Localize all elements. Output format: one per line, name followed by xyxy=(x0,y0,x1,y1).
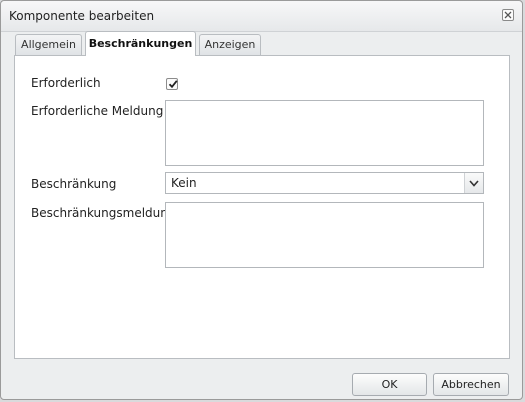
required-checkbox[interactable] xyxy=(166,78,178,90)
constraint-select-value: Kein xyxy=(171,176,197,190)
close-icon xyxy=(504,11,512,19)
constraint-select[interactable]: Kein xyxy=(165,172,484,194)
constraint-message-label: Beschränkungsmeldung xyxy=(31,206,176,220)
dialog-title: Komponente bearbeiten xyxy=(9,9,155,23)
checkmark-icon xyxy=(168,80,178,89)
required-message-textarea[interactable] xyxy=(165,100,484,166)
constraint-message-textarea[interactable] xyxy=(165,202,484,268)
required-message-label: Erforderliche Meldung xyxy=(31,104,164,118)
constraint-dropdown-button[interactable] xyxy=(464,173,483,193)
required-label: Erforderlich xyxy=(31,76,101,90)
tab-beschraenkungen[interactable]: Beschränkungen xyxy=(85,31,196,56)
edit-component-dialog: Komponente bearbeiten Allgemein Beschrän… xyxy=(0,0,523,400)
chevron-down-icon xyxy=(469,180,479,187)
close-button[interactable] xyxy=(502,9,514,21)
tab-anzeigen[interactable]: Anzeigen xyxy=(199,34,261,55)
ok-button[interactable]: OK xyxy=(352,373,427,396)
tab-allgemein[interactable]: Allgemein xyxy=(15,34,82,55)
constraint-label: Beschränkung xyxy=(31,177,117,191)
dialog-titlebar: Komponente bearbeiten xyxy=(1,1,522,32)
cancel-button[interactable]: Abbrechen xyxy=(433,373,509,396)
